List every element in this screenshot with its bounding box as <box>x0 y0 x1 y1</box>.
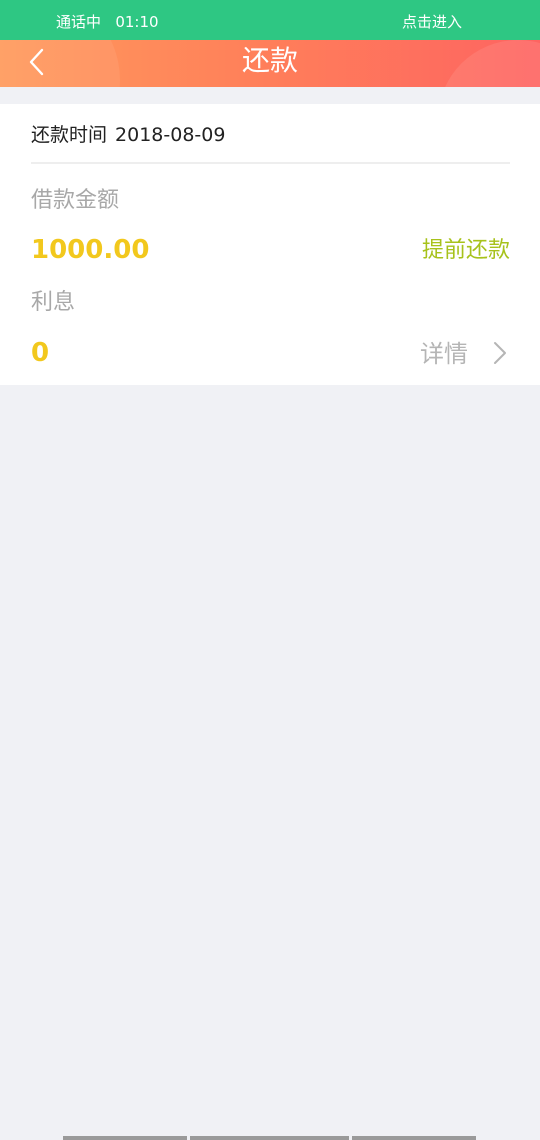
detail-button[interactable]: 详情 <box>418 336 510 370</box>
repay-time-value: 2018-08-09 <box>115 124 226 146</box>
page-title: 还款 <box>241 44 298 77</box>
call-status-label: 通话中 <box>56 13 102 31</box>
loan-amount-value: 1000.00 <box>31 235 150 265</box>
system-nav-bar-segment[interactable] <box>63 1136 187 1140</box>
call-status-text: 通话中 01:10 <box>56 11 159 32</box>
app-header: 还款 <box>0 40 540 87</box>
loan-amount-label: 借款金额 <box>31 188 120 213</box>
call-enter-link[interactable]: 点击进入 <box>402 11 462 32</box>
repayment-card: 还款时间 2018-08-09 借款金额 1000.00 提前还款 利息 0 详情 <box>0 104 540 385</box>
interest-value: 0 <box>31 338 50 368</box>
repay-time-row: 还款时间 2018-08-09 <box>31 122 225 148</box>
prepay-button[interactable]: 提前还款 <box>404 236 510 266</box>
system-nav-bar-segment[interactable] <box>190 1136 349 1140</box>
chevron-right-icon <box>494 342 506 364</box>
detail-label: 详情 <box>420 340 468 368</box>
repay-time-label: 还款时间 <box>31 124 108 146</box>
divider <box>31 162 510 164</box>
call-status-bar[interactable]: 通话中 01:10 点击进入 <box>0 0 540 40</box>
system-nav-bar-segment[interactable] <box>352 1136 476 1140</box>
interest-label: 利息 <box>31 290 76 315</box>
call-timer: 01:10 <box>115 13 159 31</box>
